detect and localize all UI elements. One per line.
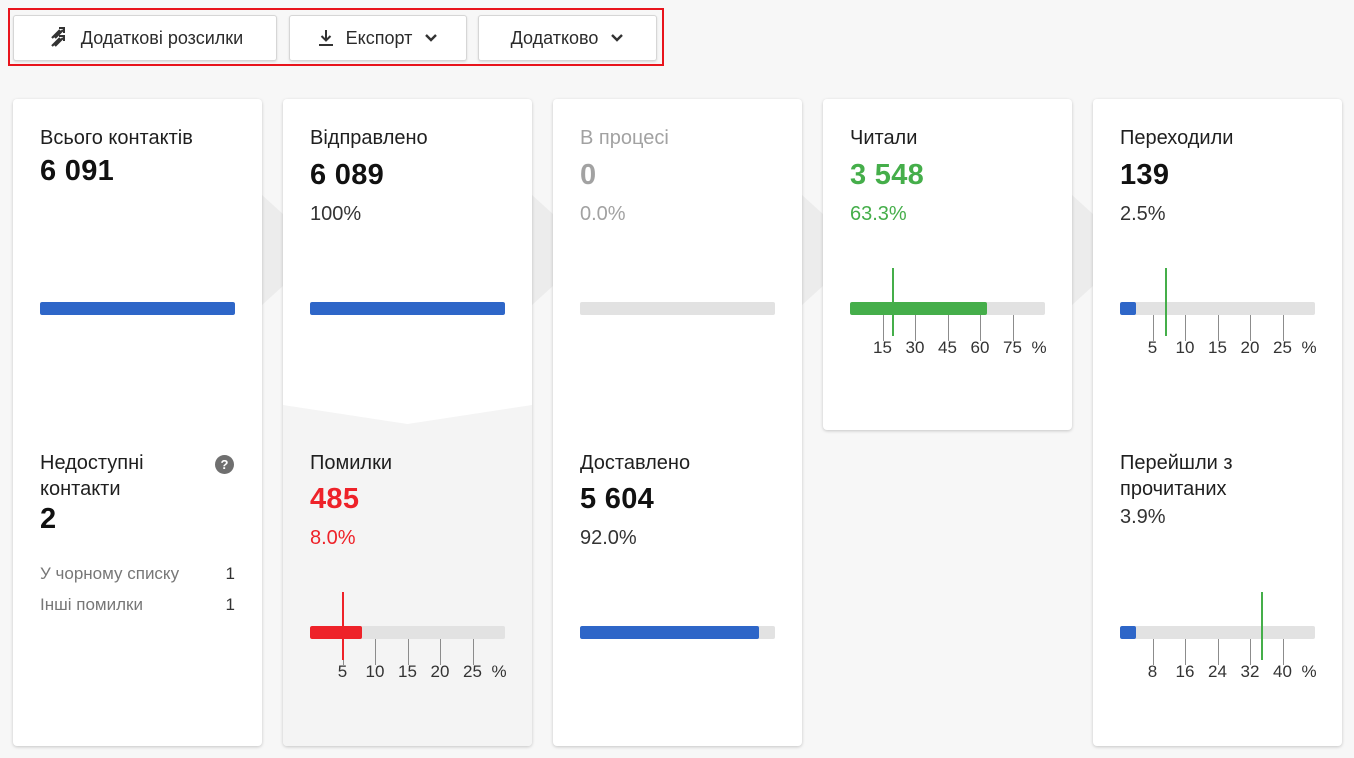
scale-tick-label: 15 xyxy=(398,662,417,681)
read-percent: 63.3% xyxy=(850,203,907,225)
scale-benchmark-marker xyxy=(341,592,344,660)
read-label: Читали xyxy=(850,127,918,149)
scale-unit-label: % xyxy=(491,662,507,681)
total-contacts-value: 6 091 xyxy=(40,155,115,187)
scale-tick-label: 24 xyxy=(1208,662,1227,681)
blacklist-label: У чорному списку xyxy=(40,564,180,583)
scale-tick-label: 30 xyxy=(905,338,925,357)
scale-benchmark-marker xyxy=(1261,592,1264,660)
errors-value: 485 xyxy=(310,483,360,515)
delivered-label: Доставлено xyxy=(580,452,691,474)
scale-tick-label: 60 xyxy=(970,338,990,357)
blacklist-row: У чорному списку 1 xyxy=(40,564,235,584)
scale-tick-label: 40 xyxy=(1273,662,1292,681)
scale-bar xyxy=(1120,626,1315,639)
in-process-value: 0 xyxy=(580,159,597,191)
scale-tick-label: 8 xyxy=(1147,662,1158,681)
sent-label: Відправлено xyxy=(310,127,428,149)
blacklist-value: 1 xyxy=(225,564,235,583)
read-value: 3 548 xyxy=(850,159,925,191)
in-process-label: В процесі xyxy=(580,127,669,149)
sent-bar xyxy=(310,302,505,315)
total-contacts-bar-fill xyxy=(40,302,235,315)
scale-bar-fill xyxy=(310,626,362,639)
scale-tick-label: 10 xyxy=(365,662,385,681)
scale-tick-label: 10 xyxy=(1175,338,1195,357)
sent-bar-fill xyxy=(310,302,505,315)
scale-tick-label: 25 xyxy=(463,662,482,681)
card-total-contacts: Всього контактів 6 091 Недоступні контак… xyxy=(13,99,262,746)
scale-tick-label: 5 xyxy=(337,662,348,681)
in-process-percent: 0.0% xyxy=(580,203,626,225)
clicked-value: 139 xyxy=(1120,159,1170,191)
scale-bar xyxy=(310,626,505,639)
in-process-bar xyxy=(580,302,775,315)
scale-benchmark-marker xyxy=(1164,268,1167,336)
scale-tick-label: 5 xyxy=(1147,338,1158,357)
total-contacts-bar xyxy=(40,302,235,315)
card-in-process: В процесі 0 0.0% Доставлено 5 604 92.0% xyxy=(553,99,802,746)
scale-unit-label: % xyxy=(1301,662,1317,681)
scale-bar-fill xyxy=(850,302,988,315)
scale-unit-label: % xyxy=(1301,338,1317,357)
scale-bar-fill xyxy=(1120,626,1136,639)
other-errors-value: 1 xyxy=(225,595,235,614)
other-errors-row: Інші помилки 1 xyxy=(40,595,235,615)
help-icon[interactable]: ? xyxy=(215,455,234,474)
delivered-bar-fill xyxy=(580,626,760,639)
errors-percent: 8.0% xyxy=(310,527,356,549)
clicked-percent: 2.5% xyxy=(1120,203,1166,225)
total-contacts-label: Всього контактів xyxy=(40,127,193,149)
scale-tick-label: 45 xyxy=(938,338,957,357)
scale-tick-label: 16 xyxy=(1175,662,1195,681)
card-sent: Відправлено 6 089 100% Помилки 485 8.0% … xyxy=(283,99,532,746)
sent-percent: 100% xyxy=(310,203,362,225)
errors-label: Помилки xyxy=(310,452,393,474)
card-read: Читали 3 548 63.3% 15 30 45 60 75% xyxy=(823,99,1072,430)
unavailable-contacts-label: Недоступні контакти xyxy=(40,452,144,500)
delivered-value: 5 604 xyxy=(580,483,655,515)
scale-benchmark-marker xyxy=(892,268,895,336)
delivered-bar xyxy=(580,626,775,639)
scale-tick-label: 20 xyxy=(1240,338,1260,357)
clicked-label: Переходили xyxy=(1120,127,1234,149)
card-clicked: Переходили 139 2.5% 5 10 15 20 25% Перейшли … xyxy=(1093,99,1342,746)
scale-bar-fill xyxy=(1120,302,1137,315)
scale-tick-label: 20 xyxy=(430,662,450,681)
scale-tick-label: 75 xyxy=(1003,338,1022,357)
sent-value: 6 089 xyxy=(310,159,385,191)
scale-tick-label: 15 xyxy=(873,338,892,357)
other-errors-label: Інші помилки xyxy=(40,595,143,614)
scale-tick-label: 32 xyxy=(1240,662,1260,681)
scale-bar xyxy=(850,302,1045,315)
scale-tick-label: 25 xyxy=(1273,338,1292,357)
scale-unit-label: % xyxy=(1031,338,1047,357)
scale-tick-label: 15 xyxy=(1208,338,1227,357)
scale-bar xyxy=(1120,302,1315,315)
unavailable-contacts-value: 2 xyxy=(40,503,57,535)
clicked-from-read-percent: 3.9% xyxy=(1120,506,1166,528)
delivered-percent: 92.0% xyxy=(580,527,637,549)
clicked-from-read-label: Перейшли з прочитаних xyxy=(1120,452,1233,500)
